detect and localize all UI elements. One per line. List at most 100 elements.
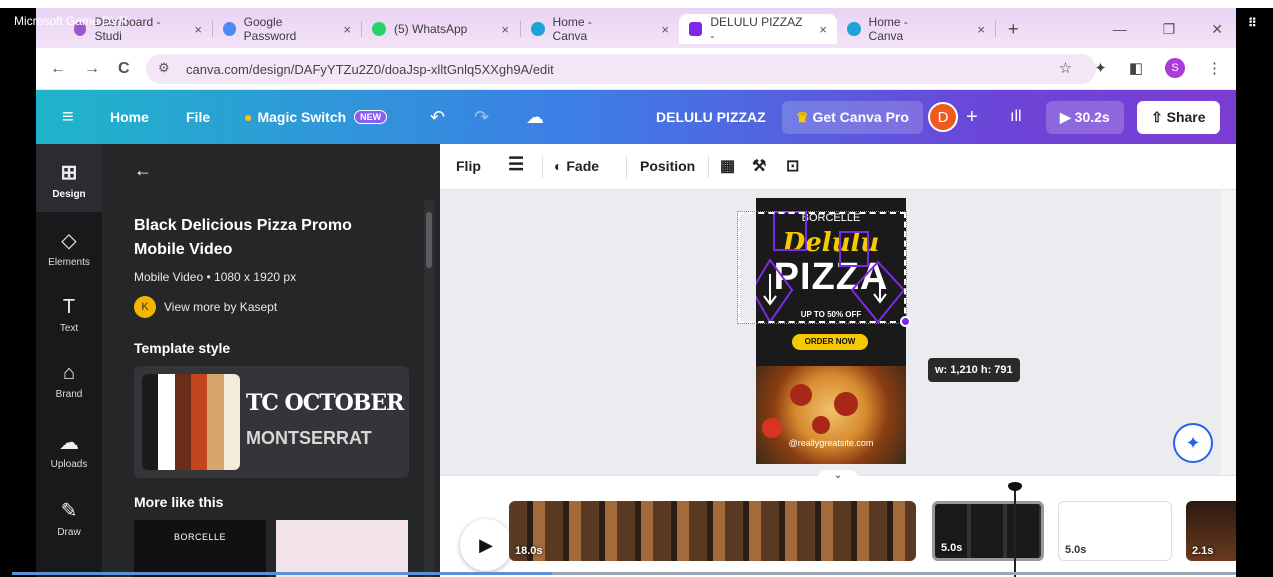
- swatch: [158, 374, 175, 470]
- url-field[interactable]: ⚙ canva.com/design/DAFyYTZu2Z0/doaJsp-xl…: [146, 54, 1096, 84]
- canvas-scrollbar[interactable]: [1221, 190, 1236, 475]
- tab-favicon-icon: [847, 22, 861, 36]
- bookmark-star-icon[interactable]: ☆: [1059, 59, 1072, 77]
- transparency-icon[interactable]: ▦: [720, 156, 735, 176]
- tab-delulu-pizzaz[interactable]: DELULU PIZZAZ - ×: [679, 14, 837, 44]
- share-button[interactable]: ⇧ Share: [1137, 90, 1220, 144]
- tab-google-password[interactable]: Google Password ×: [213, 14, 361, 44]
- share-label: Share: [1166, 108, 1206, 125]
- selection-box[interactable]: [737, 211, 907, 324]
- side-panel-icon[interactable]: ◧: [1129, 59, 1143, 77]
- tab-close-icon[interactable]: ×: [194, 22, 202, 37]
- home-button[interactable]: Home: [110, 90, 149, 144]
- resize-handle[interactable]: [900, 316, 911, 327]
- size-tooltip: w: 1,210 h: 791: [928, 358, 1020, 382]
- magic-switch-button[interactable]: ● Magic Switch NEW: [244, 90, 388, 144]
- add-collaborator-icon[interactable]: +: [966, 106, 978, 129]
- template-style-card[interactable]: TC OCTOBER MONTSERRAT: [134, 366, 409, 478]
- extensions-icon[interactable]: ✦: [1094, 59, 1107, 77]
- tab-close-icon[interactable]: ×: [661, 22, 669, 37]
- template-subtitle: Mobile Video • 1080 x 1920 px: [134, 270, 297, 284]
- user-avatar-group[interactable]: D +: [928, 90, 978, 144]
- undo-icon[interactable]: ↶: [430, 90, 445, 144]
- duration-label: 30.2s: [1074, 108, 1110, 125]
- menu-icon[interactable]: ≡: [62, 90, 74, 144]
- heading-font-sample: TC OCTOBER: [246, 390, 404, 416]
- doc-title[interactable]: DELULU PIZZAZ: [656, 90, 766, 144]
- rail-text[interactable]: T Text: [36, 296, 102, 334]
- tab-close-icon[interactable]: ×: [819, 22, 827, 37]
- timeline-clip[interactable]: 5.0s: [1058, 501, 1172, 561]
- tab-home-canva[interactable]: Home - Canva ×: [521, 14, 679, 44]
- user-avatar[interactable]: D: [928, 102, 958, 132]
- close-window-icon[interactable]: ✕: [1211, 21, 1223, 38]
- tab-favicon-icon: [372, 22, 386, 36]
- magic-assistant-button[interactable]: ✦: [1173, 423, 1213, 463]
- timeline-toggle-icon[interactable]: ⌄: [818, 470, 858, 484]
- flip-button[interactable]: Flip: [456, 158, 481, 174]
- lock-icon[interactable]: ⊡: [786, 156, 799, 176]
- file-button[interactable]: File: [186, 90, 210, 144]
- rail-uploads[interactable]: ☁ Uploads: [36, 430, 102, 470]
- brand-icon: ⌂: [62, 362, 76, 384]
- playhead[interactable]: [1014, 484, 1016, 577]
- timeline-play-button[interactable]: ▶: [460, 519, 512, 571]
- design-icon: ⊞: [60, 162, 78, 184]
- play-icon: ▶: [1060, 108, 1071, 125]
- tab-close-icon[interactable]: ×: [343, 22, 351, 37]
- timeline-clip[interactable]: 18.0s: [509, 501, 916, 561]
- reload-icon[interactable]: C: [118, 60, 130, 78]
- panel-scrollbar[interactable]: [424, 200, 434, 577]
- rail-design[interactable]: ⊞ Design: [36, 144, 102, 212]
- color-swatches: [142, 374, 240, 470]
- play-button[interactable]: ▶ 30.2s: [1046, 90, 1124, 144]
- fade-button[interactable]: ◐ Fade: [554, 158, 599, 174]
- rail-label: Text: [59, 323, 79, 334]
- browser-actions: ☆ ✦ ◧ S ⋮: [1059, 58, 1222, 78]
- back-arrow-icon[interactable]: ←: [134, 160, 152, 181]
- browser-menu-icon[interactable]: ⋮: [1207, 59, 1222, 77]
- tab-close-icon[interactable]: ×: [501, 22, 509, 37]
- text-icon: T: [62, 296, 76, 318]
- clip-duration: 5.0s: [941, 542, 963, 554]
- tab-close-icon[interactable]: ×: [977, 22, 985, 37]
- get-pro-pill: ♛ Get Canva Pro: [782, 100, 923, 134]
- author-label: View more by Kasept: [164, 300, 278, 314]
- site-settings-icon[interactable]: ⚙: [158, 60, 178, 78]
- tab-label: DELULU PIZZAZ -: [710, 15, 803, 43]
- scroll-thumb[interactable]: [426, 212, 432, 268]
- rail-label: Design: [52, 189, 86, 200]
- swatch: [142, 374, 159, 470]
- template-thumbnail[interactable]: BORCELLE: [134, 520, 266, 577]
- rail-brand[interactable]: ⌂ Brand: [36, 362, 102, 400]
- elements-icon: ◇: [61, 230, 77, 252]
- timeline-clip-selected[interactable]: 5.0s: [932, 501, 1044, 561]
- timeline-clip[interactable]: 2.1s: [1186, 501, 1236, 561]
- new-tab-button[interactable]: +: [996, 19, 1031, 40]
- back-icon[interactable]: ←: [50, 60, 66, 78]
- get-pro-button[interactable]: ♛ Get Canva Pro: [782, 90, 923, 144]
- author-link[interactable]: K View more by Kasept: [134, 296, 277, 318]
- tab-whatsapp[interactable]: (5) WhatsApp ×: [362, 14, 520, 44]
- rail-elements[interactable]: ◇ Elements: [36, 228, 102, 268]
- template-thumbnail[interactable]: [276, 520, 408, 577]
- rail-draw[interactable]: ✎ Draw: [36, 498, 102, 538]
- redo-icon[interactable]: ↷: [474, 90, 489, 144]
- thumbnail-text: BORCELLE: [174, 532, 227, 542]
- position-button[interactable]: Position: [640, 158, 695, 174]
- profile-avatar[interactable]: S: [1165, 58, 1185, 78]
- paint-format-icon[interactable]: ⚒: [752, 156, 766, 176]
- tab-label: Google Password: [243, 15, 297, 43]
- forward-icon[interactable]: →: [84, 60, 100, 78]
- cloud-save-icon[interactable]: ☁: [526, 90, 544, 144]
- border-style-icon[interactable]: ☰: [508, 154, 524, 175]
- swatch: [174, 374, 191, 470]
- restore-icon[interactable]: ❐: [1163, 21, 1176, 38]
- game-dvr-title: Microsoft Game DVR: [14, 14, 128, 28]
- template-style-heading: Template style: [134, 340, 231, 356]
- insights-icon[interactable]: ıll: [1010, 90, 1022, 144]
- video-progress: [12, 572, 552, 575]
- rail-label: Elements: [48, 257, 90, 268]
- tab-home-canva-2[interactable]: Home - Canva ×: [837, 14, 995, 44]
- minimize-icon[interactable]: —: [1113, 21, 1127, 37]
